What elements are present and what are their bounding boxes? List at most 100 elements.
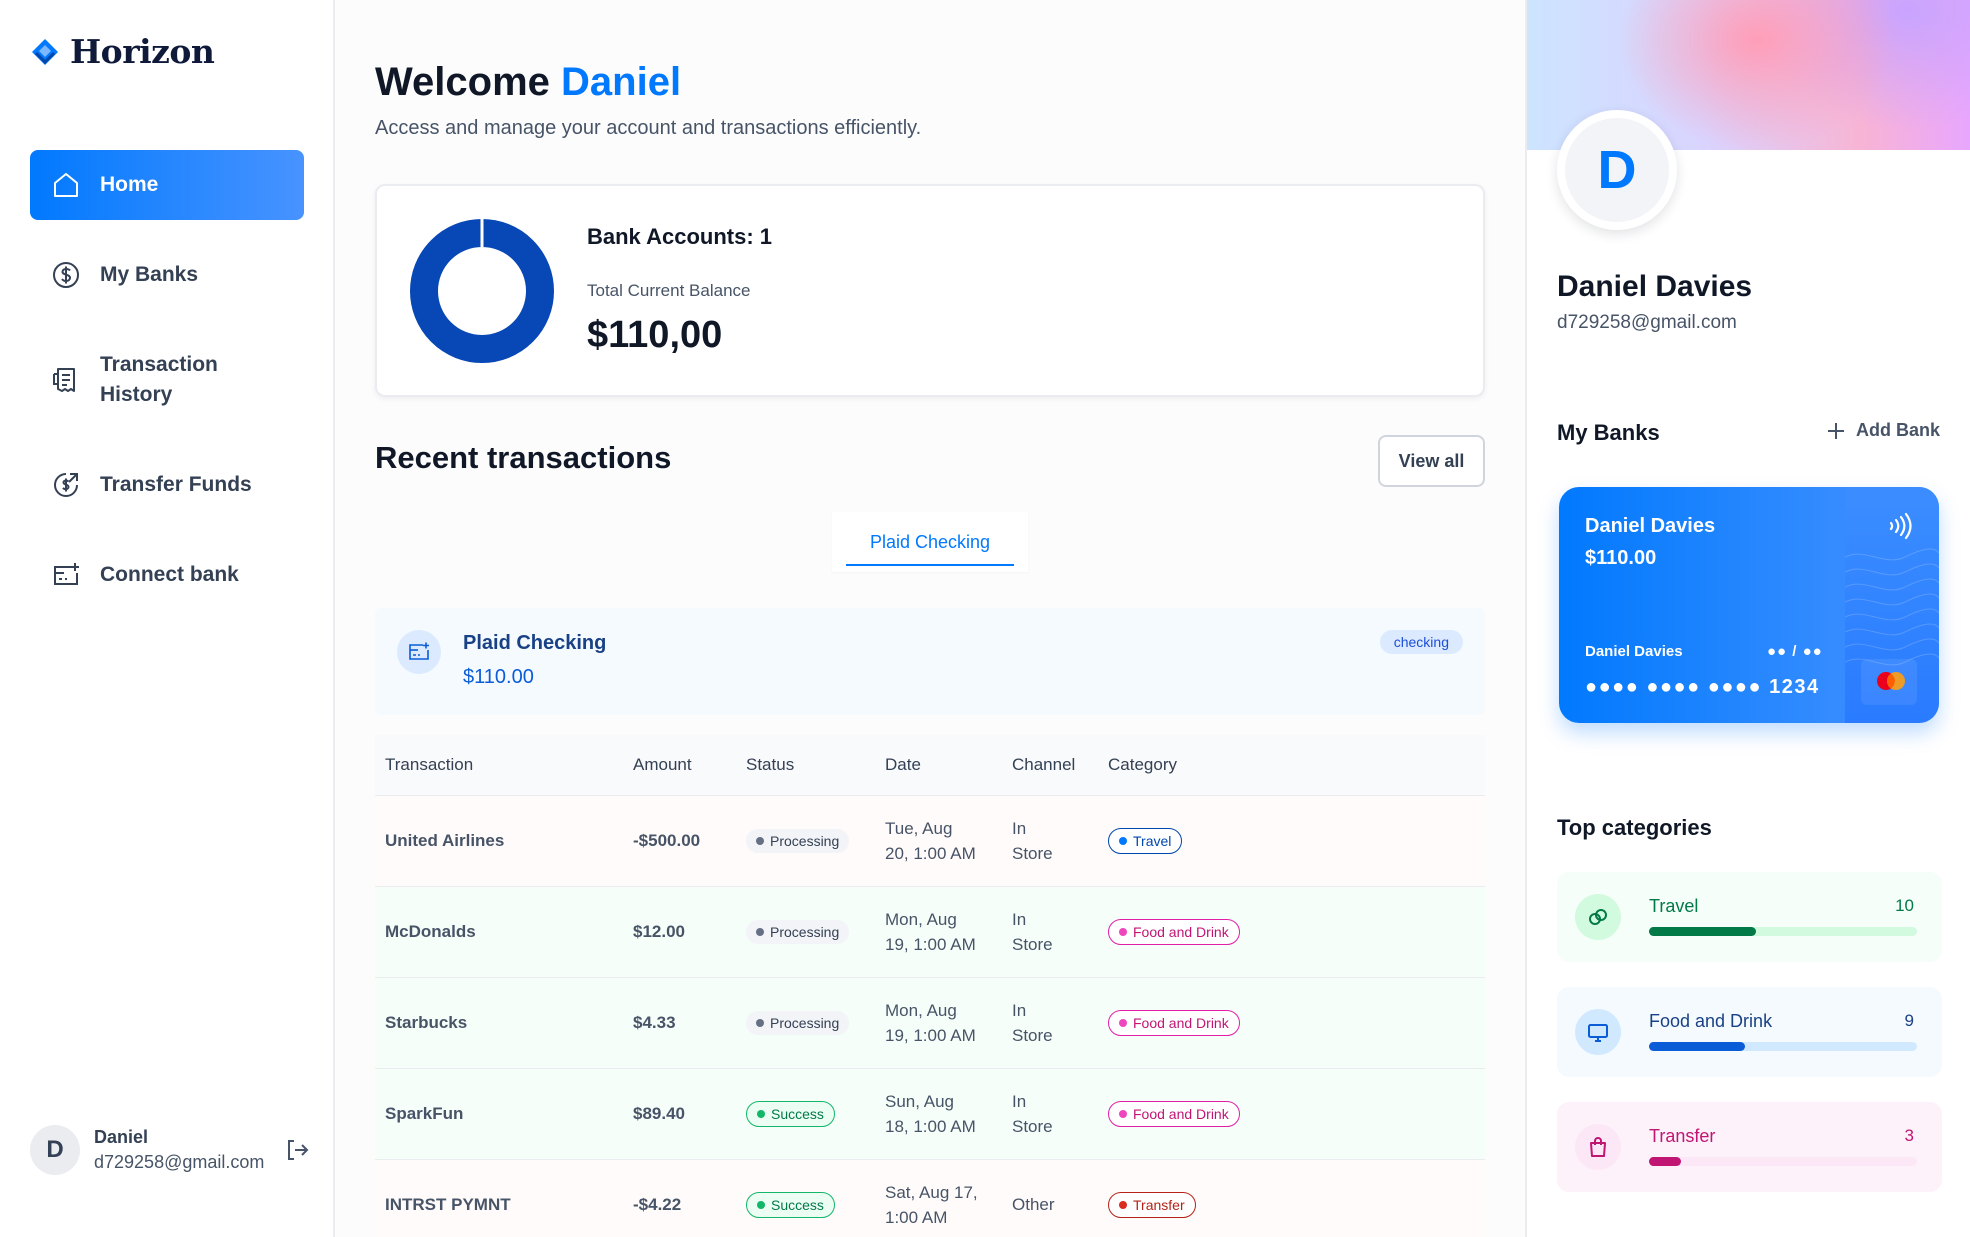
transactions-table: Transaction Amount Status Date Channel C… (375, 735, 1485, 1237)
transaction-name: United Airlines (375, 795, 623, 887)
transaction-amount: $89.40 (623, 1068, 736, 1160)
transaction-channel: Other (1002, 1159, 1098, 1237)
contactless-icon (1889, 512, 1912, 540)
bank-accounts-count: Bank Accounts: 1 (587, 224, 773, 249)
category-dot (1119, 1200, 1127, 1209)
category-card[interactable]: Food and Drink 9 (1557, 987, 1942, 1077)
table-row[interactable]: SparkFun $89.40 Success Sun, Aug 18, 1:00 A… (375, 1068, 1485, 1160)
transaction-name: Starbucks (375, 977, 623, 1069)
status-cell: Processing (736, 886, 875, 978)
category-label: Food and Drink (1133, 1105, 1229, 1122)
column-header: Date (875, 735, 1002, 796)
status-label: Processing (770, 832, 840, 849)
category-icon-wrap (1575, 894, 1621, 940)
receipt-icon (53, 368, 75, 392)
avatar: D (30, 1125, 80, 1175)
card-holder-name: Daniel Davies (1585, 643, 1683, 660)
logout-icon[interactable] (284, 1137, 310, 1163)
status-label: Processing (770, 1014, 840, 1031)
transaction-name: McDonalds (375, 886, 623, 978)
status-badge: Processing (746, 828, 850, 853)
user-name: Daniel (94, 1127, 149, 1147)
sidebar-item-my-banks[interactable]: My Banks (30, 240, 304, 310)
add-bank-button[interactable]: Add Bank (1826, 420, 1940, 441)
category-card[interactable]: Travel 10 (1557, 872, 1942, 962)
table-row[interactable]: Starbucks $4.33 Processing Mon, Aug 19, 1:0… (375, 977, 1485, 1069)
status-label: Success (771, 1105, 824, 1122)
sidebar-item-label: Transfer Funds (100, 473, 252, 496)
category-cell: Travel (1098, 795, 1485, 887)
category-label: Transfer (1133, 1196, 1185, 1213)
category-progress-fill (1649, 1157, 1682, 1166)
category-card[interactable]: Transfer 3 (1557, 1102, 1942, 1192)
category-name: Food and Drink (1649, 1011, 1773, 1031)
card-expiry: ●● / ●● (1767, 643, 1823, 660)
sidebar-item-label: Home (100, 173, 159, 196)
table-row[interactable]: United Airlines -$500.00 Processing Tue, Au… (375, 795, 1485, 887)
brand[interactable]: Horizon (30, 32, 215, 71)
category-cell: Food and Drink (1098, 886, 1485, 978)
mastercard-icon (1877, 672, 1905, 690)
user-email: d729258@gmail.com (94, 1152, 265, 1172)
transaction-channel: In Store (1002, 795, 1098, 887)
status-cell: Success (736, 1159, 875, 1237)
transaction-amount: -$4.22 (623, 1159, 736, 1237)
account-info-panel[interactable]: Plaid Checking $110.00 checking (375, 608, 1485, 715)
sidebar-item-connect-bank[interactable]: Connect bank (30, 540, 304, 610)
transaction-date: Tue, Aug 20, 1:00 AM (875, 795, 1002, 887)
category-progress-track (1649, 1157, 1917, 1166)
category-progress-fill (1649, 1042, 1746, 1051)
account-type-badge: checking (1379, 630, 1463, 654)
bank-card[interactable]: Daniel Davies $110.00 Daniel Davies ●● /… (1559, 487, 1939, 723)
tab-plaid-checking[interactable]: Plaid Checking (832, 512, 1028, 572)
transaction-channel: In Store (1002, 1068, 1098, 1160)
category-badge: Travel (1108, 827, 1183, 854)
table-header-row: Transaction Amount Status Date Channel C… (375, 735, 1485, 796)
category-badge: Food and Drink (1108, 1100, 1240, 1127)
status-badge: Success (746, 1191, 835, 1218)
status-badge: Processing (746, 919, 850, 944)
view-all-button[interactable]: View all (1378, 435, 1485, 487)
category-label: Food and Drink (1133, 923, 1229, 940)
link-icon (1586, 905, 1610, 929)
page-title: Welcome Daniel (375, 60, 681, 105)
category-dot (1119, 927, 1127, 936)
category-badge: Food and Drink (1108, 1009, 1240, 1036)
column-header: Category (1098, 735, 1485, 796)
column-header: Status (736, 735, 875, 796)
sidebar-item-home[interactable]: Home (30, 150, 304, 220)
table-row[interactable]: McDonalds $12.00 Processing Mon, Aug 19, 1:… (375, 886, 1485, 978)
welcome-name: Daniel (561, 60, 682, 104)
status-badge: Processing (746, 1010, 850, 1035)
my-banks-title: My Banks (1557, 420, 1660, 445)
card-name: Daniel Davies (1585, 515, 1716, 537)
top-categories-title: Top categories (1557, 815, 1712, 840)
status-cell: Processing (736, 977, 875, 1069)
category-label: Travel (1133, 832, 1172, 849)
category-cell: Transfer (1098, 1159, 1485, 1237)
category-count: 3 (1904, 1126, 1914, 1145)
profile-avatar: D (1557, 110, 1677, 230)
category-cell: Food and Drink (1098, 977, 1485, 1069)
add-bank-label: Add Bank (1855, 420, 1940, 440)
profile-name: Daniel Davies (1557, 270, 1753, 303)
status-dot (756, 1018, 764, 1027)
table-row[interactable]: INTRST PYMNT -$4.22 Success Sat, Aug 17, 1:… (375, 1159, 1485, 1237)
status-label: Processing (770, 923, 840, 940)
right-sidebar: D Daniel Davies d729258@gmail.com My Ban… (1525, 0, 1970, 1237)
monitor-icon (1586, 1020, 1610, 1044)
dollar-circle-icon (53, 262, 79, 288)
category-count: 9 (1904, 1011, 1914, 1030)
status-cell: Success (736, 1068, 875, 1160)
home-icon (54, 173, 78, 197)
sidebar-item-transaction-history[interactable]: Transaction History (30, 330, 304, 430)
page-subtitle: Access and manage your account and trans… (375, 117, 922, 139)
category-count: 10 (1895, 896, 1914, 915)
sidebar-item-transfer-funds[interactable]: Transfer Funds (30, 450, 304, 520)
category-name: Travel (1649, 896, 1699, 916)
transaction-date: Sat, Aug 17, 1:00 AM (875, 1159, 1002, 1237)
category-dot (1119, 1109, 1127, 1118)
status-dot (756, 927, 764, 936)
category-name: Transfer (1649, 1126, 1716, 1146)
column-header: Amount (623, 735, 736, 796)
